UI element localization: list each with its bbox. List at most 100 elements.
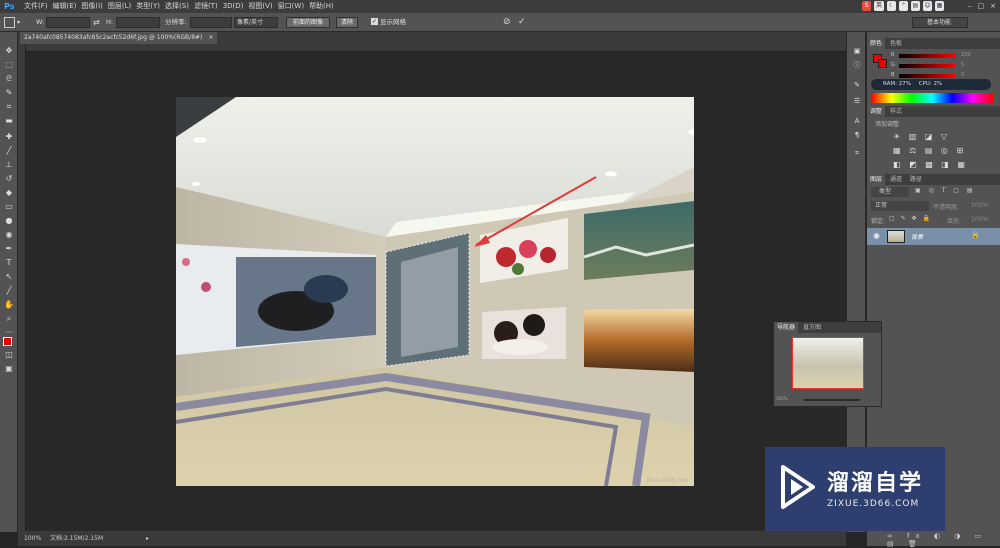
character-icon[interactable]: A xyxy=(852,116,862,126)
tab-close-icon[interactable]: × xyxy=(208,34,213,41)
opacity-value[interactable]: 100% xyxy=(971,202,988,209)
tool-presets-icon[interactable]: ☰ xyxy=(852,96,862,106)
lock-icons[interactable]: ▢ ✎ ✥ 🔒 xyxy=(889,215,932,222)
crop-tool-icon[interactable]: ⌗ xyxy=(4,102,14,112)
b-slider[interactable] xyxy=(899,74,955,78)
quick-mask-icon[interactable]: ◫ xyxy=(4,350,14,360)
keyboard-icon[interactable]: ▤ xyxy=(911,1,920,11)
unit-select[interactable]: 像素/英寸 xyxy=(234,17,278,28)
moon-icon[interactable]: ☾ xyxy=(887,1,896,11)
paragraph-icon[interactable]: ¶ xyxy=(852,130,862,140)
info-icon[interactable]: ⓘ xyxy=(852,60,862,70)
blend-mode-select[interactable]: 正常 xyxy=(871,201,929,211)
status-arrow-icon[interactable]: ▸ xyxy=(146,531,149,546)
menu-file[interactable]: 文件(F) xyxy=(24,0,48,13)
close-icon[interactable]: × xyxy=(990,0,996,13)
move-tool-icon[interactable]: ✥ xyxy=(4,46,14,56)
marquee-tool-icon[interactable]: ⬚ xyxy=(4,60,14,70)
b-value[interactable]: 5 xyxy=(961,72,964,78)
maximize-icon[interactable]: □ xyxy=(978,0,985,13)
eraser-tool-icon[interactable]: ◆ xyxy=(4,188,14,198)
path-select-tool-icon[interactable]: ↖ xyxy=(4,272,14,282)
menu-view[interactable]: 视图(V) xyxy=(248,0,272,13)
history-icon[interactable]: ▣ xyxy=(852,46,862,56)
shape-tool-icon[interactable]: ╱ xyxy=(4,286,14,296)
lasso-tool-icon[interactable]: ᘓ xyxy=(4,74,14,84)
layer-row-background[interactable]: ◉ 背景 🔒 xyxy=(867,228,1000,245)
sogou-icon[interactable]: S xyxy=(862,1,871,11)
clear-button[interactable]: 清除 xyxy=(336,17,358,28)
screen-mode-icon[interactable]: ▣ xyxy=(4,364,14,374)
tab-styles[interactable]: 样式 xyxy=(887,106,905,117)
blur-tool-icon[interactable]: ● xyxy=(4,216,14,226)
menu-grid-icon[interactable]: ▦ xyxy=(935,1,944,11)
g-value[interactable]: 5 xyxy=(961,62,964,68)
properties-icon[interactable]: ⌗ xyxy=(852,148,862,158)
layer-filter-icons[interactable]: ▣ ◎ T ▢ ▤ xyxy=(915,187,976,194)
adjust-row-3[interactable]: ◧ ◩ ▩ ◨ ▦ xyxy=(893,158,993,172)
cancel-transform-icon[interactable]: ⊘ xyxy=(503,13,511,32)
layer-kind-select[interactable]: 类型 xyxy=(871,187,909,197)
menu-image[interactable]: 图像(I) xyxy=(81,0,103,13)
brush-tool-icon[interactable]: ╱ xyxy=(4,146,14,156)
menu-window[interactable]: 窗口(W) xyxy=(278,0,304,13)
swap-icon[interactable]: ⇄ xyxy=(93,13,100,32)
height-input[interactable] xyxy=(116,17,160,28)
foreground-color-swatch[interactable] xyxy=(3,337,12,346)
dodge-tool-icon[interactable]: ◉ xyxy=(4,230,14,240)
minimize-icon[interactable]: – xyxy=(968,0,972,13)
pen-tool-icon[interactable]: ✒ xyxy=(4,244,14,254)
gradient-tool-icon[interactable]: ▭ xyxy=(4,202,14,212)
tab-histogram[interactable]: 直方图 xyxy=(800,322,824,333)
r-value[interactable]: 230 xyxy=(961,52,971,58)
tab-swatches[interactable]: 色板 xyxy=(887,38,905,49)
color-spectrum-bar[interactable] xyxy=(871,93,993,103)
menu-3d[interactable]: 3D(D) xyxy=(223,0,244,13)
menu-type[interactable]: 类型(Y) xyxy=(136,0,160,13)
resolution-input[interactable] xyxy=(190,17,232,28)
adjust-row-2[interactable]: ▦ ⚖ ▤ ◎ ⊞ xyxy=(893,144,993,158)
brush-presets-icon[interactable]: ✎ xyxy=(852,80,862,90)
healing-tool-icon[interactable]: ✚ xyxy=(4,132,14,142)
stamp-tool-icon[interactable]: ⊥ xyxy=(4,160,14,170)
r-slider[interactable] xyxy=(899,54,955,58)
hand-tool-icon[interactable]: ✋ xyxy=(4,300,14,310)
tab-layers[interactable]: 图层 xyxy=(867,174,886,185)
menu-select[interactable]: 选择(S) xyxy=(165,0,189,13)
width-input[interactable] xyxy=(46,17,90,28)
navigator-zoom-slider[interactable] xyxy=(804,399,860,401)
tab-navigator[interactable]: 导航器 xyxy=(774,322,799,333)
workspace-select[interactable]: 基本功能 xyxy=(912,17,968,28)
tab-channels[interactable]: 通道 xyxy=(887,174,905,185)
quick-select-tool-icon[interactable]: ✎ xyxy=(4,88,14,98)
history-brush-tool-icon[interactable]: ↺ xyxy=(4,174,14,184)
fill-value[interactable]: 100% xyxy=(971,216,988,223)
menu-layer[interactable]: 图层(L) xyxy=(108,0,131,13)
tab-adjustments[interactable]: 调整 xyxy=(867,106,886,117)
eye-icon[interactable]: ◉ xyxy=(873,231,880,240)
transform-tool-icon[interactable] xyxy=(4,17,15,28)
layer-name[interactable]: 背景 xyxy=(911,232,923,241)
type-tool-icon[interactable]: T xyxy=(4,258,14,268)
zoom-tool-icon[interactable]: ⌕ xyxy=(4,314,14,324)
eyedropper-tool-icon[interactable]: ▬ xyxy=(4,116,14,126)
menu-edit[interactable]: 编辑(E) xyxy=(53,0,77,13)
tab-paths[interactable]: 路径 xyxy=(907,174,925,185)
zoom-level[interactable]: 100% xyxy=(24,531,41,546)
navigator-preview[interactable] xyxy=(792,337,864,389)
menu-help[interactable]: 帮助(H) xyxy=(309,0,334,13)
dropdown-arrow-icon[interactable]: ▾ xyxy=(17,13,20,32)
tab-color[interactable]: 颜色 xyxy=(867,38,886,49)
color-bg-swatch[interactable] xyxy=(878,59,887,68)
dot-icon[interactable]: ° xyxy=(899,1,908,11)
commit-transform-icon[interactable]: ✓ xyxy=(518,13,526,32)
ime-lang[interactable]: 英 xyxy=(874,1,884,11)
show-grid-checkbox[interactable]: ✓ xyxy=(371,18,378,25)
adjust-row-1[interactable]: ☀ ▥ ◪ ▽ xyxy=(893,130,993,144)
navigator-zoom[interactable]: 100% xyxy=(776,396,787,401)
front-image-button[interactable]: 前面的图像 xyxy=(286,17,330,28)
document-tab[interactable]: 2a740afc08574083afc65c2acfc52d6f.jpg @ 1… xyxy=(20,32,218,44)
document-canvas[interactable]: zixue.3d66.com xyxy=(176,97,694,486)
user-icon[interactable]: ☺ xyxy=(923,1,932,11)
g-slider[interactable] xyxy=(899,64,955,68)
